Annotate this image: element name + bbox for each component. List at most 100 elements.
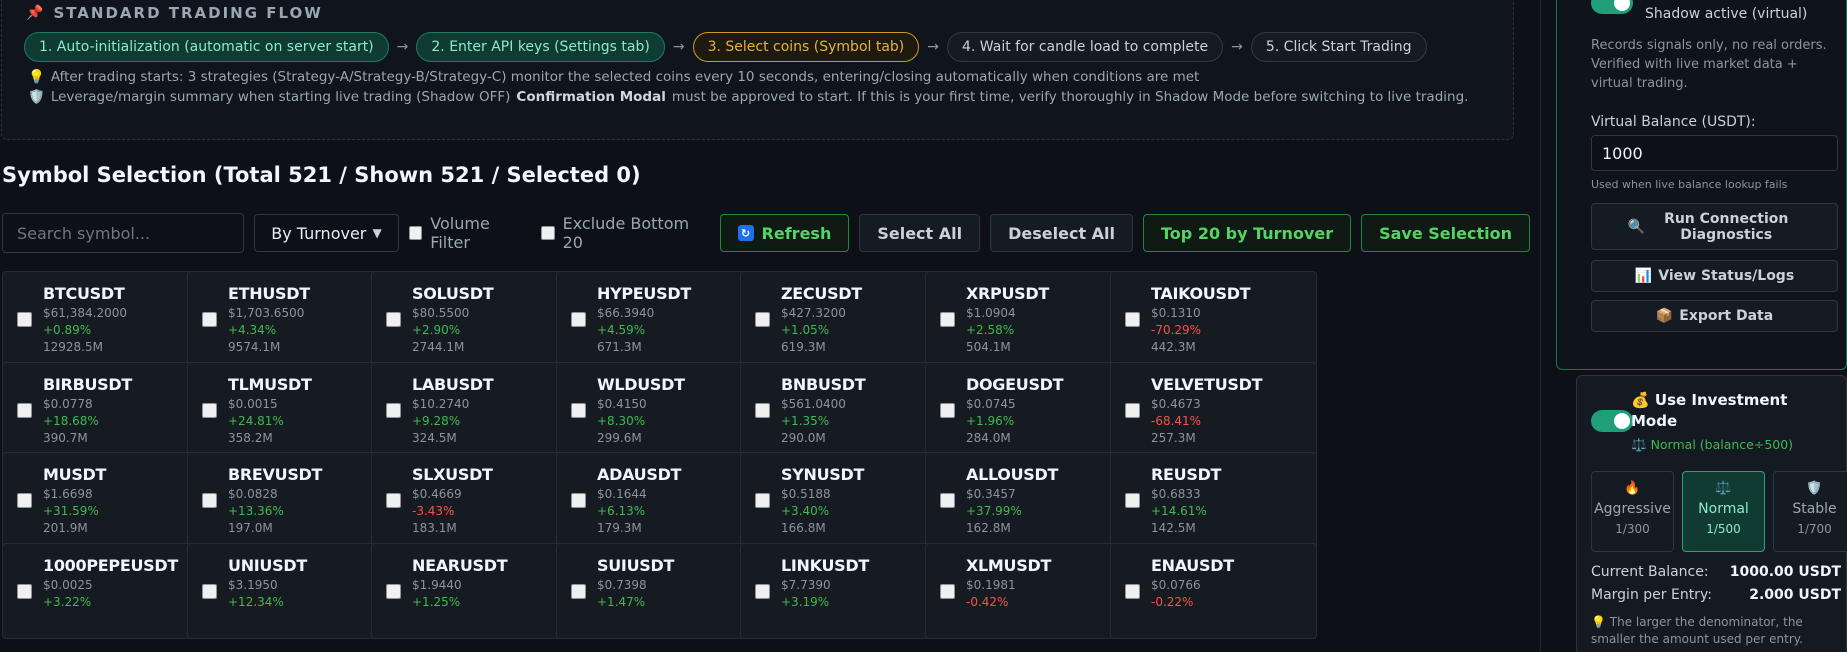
export-data-button[interactable]: 📦 Export Data: [1591, 300, 1838, 332]
symbol-card[interactable]: BIRBUSDT $0.0778 +18.68% 390.7M: [2, 362, 209, 458]
symbol-card[interactable]: TLMUSDT $0.0015 +24.81% 358.2M: [187, 362, 394, 458]
symbol-volume: 390.7M: [43, 431, 88, 445]
symbol-name: BNBUSDT: [781, 375, 866, 394]
symbol-card[interactable]: ALLOUSDT $0.3457 +37.99% 162.8M: [925, 452, 1132, 548]
refresh-button[interactable]: ↻ Refresh: [719, 214, 850, 252]
symbol-checkbox[interactable]: [571, 312, 586, 327]
symbol-card[interactable]: REUSDT $0.6833 +14.61% 142.5M: [1110, 452, 1317, 548]
symbol-change: -70.29%: [1151, 323, 1202, 337]
symbol-card[interactable]: XRPUSDT $1.0904 +2.58% 504.1M: [925, 271, 1132, 367]
symbol-price: $0.0015: [228, 397, 278, 411]
column-divider: [1540, 0, 1541, 652]
symbol-card[interactable]: ETHUSDT $1,703.6500 +4.34% 9574.1M: [187, 271, 394, 367]
symbol-checkbox[interactable]: [202, 312, 217, 327]
symbol-card[interactable]: HYPEUSDT $66.3940 +4.59% 671.3M: [556, 271, 763, 367]
symbol-card[interactable]: ADAUSDT $0.1644 +6.13% 179.3M: [556, 452, 763, 548]
symbol-checkbox[interactable]: [755, 584, 770, 599]
symbol-card[interactable]: WLDUSDT $0.4150 +8.30% 299.6M: [556, 362, 763, 458]
symbol-card[interactable]: BNBUSDT $561.0400 +1.35% 290.0M: [740, 362, 947, 458]
shadow-mode-toggle[interactable]: [1591, 0, 1633, 14]
symbol-card[interactable]: ENAUSDT $0.0766 -0.22%: [1110, 543, 1317, 639]
symbol-checkbox[interactable]: [1125, 493, 1140, 508]
symbol-checkbox[interactable]: [386, 312, 401, 327]
symbol-card[interactable]: SLXUSDT $0.4669 -3.43% 183.1M: [371, 452, 578, 548]
symbol-checkbox[interactable]: [17, 493, 32, 508]
select-all-button[interactable]: Select All: [859, 214, 981, 252]
symbol-checkbox[interactable]: [17, 403, 32, 418]
symbol-checkbox[interactable]: [755, 493, 770, 508]
symbol-toolbar: By Turnover ▼ Volume Filter Exclude Bott…: [2, 213, 1530, 253]
symbol-name: BTCUSDT: [43, 284, 125, 303]
symbol-checkbox[interactable]: [1125, 403, 1140, 418]
symbol-checkbox[interactable]: [940, 584, 955, 599]
symbol-price: $0.4669: [412, 487, 462, 501]
symbol-checkbox[interactable]: [571, 584, 586, 599]
volume-filter-checkbox[interactable]: Volume Filter: [408, 214, 531, 252]
mode-option-normal[interactable]: ⚖️ Normal 1/500: [1682, 471, 1765, 552]
symbol-card[interactable]: LABUSDT $10.2740 +9.28% 324.5M: [371, 362, 578, 458]
symbol-change: +3.40%: [781, 504, 830, 518]
symbol-checkbox[interactable]: [17, 584, 32, 599]
run-diagnostics-button[interactable]: 🔍 Run Connection Diagnostics: [1591, 203, 1838, 250]
symbol-card[interactable]: DOGEUSDT $0.0745 +1.96% 284.0M: [925, 362, 1132, 458]
symbol-card[interactable]: VELVETUSDT $0.4673 -68.41% 257.3M: [1110, 362, 1317, 458]
view-logs-button[interactable]: 📊 View Status/Logs: [1591, 260, 1838, 292]
symbol-card[interactable]: ZECUSDT $427.3200 +1.05% 619.3M: [740, 271, 947, 367]
symbol-checkbox[interactable]: [202, 493, 217, 508]
symbol-checkbox[interactable]: [386, 403, 401, 418]
symbol-card[interactable]: NEARUSDT $1.9440 +1.25%: [371, 543, 578, 639]
symbol-checkbox[interactable]: [755, 312, 770, 327]
symbol-price: $1.6698: [43, 487, 93, 501]
exclude-bottom-checkbox[interactable]: Exclude Bottom 20: [541, 214, 710, 252]
symbol-checkbox[interactable]: [386, 493, 401, 508]
symbol-checkbox[interactable]: [202, 584, 217, 599]
symbol-card[interactable]: XLMUSDT $0.1981 -0.42%: [925, 543, 1132, 639]
symbol-card[interactable]: 1000PEPEUSDT $0.0025 +3.22%: [2, 543, 209, 639]
symbol-checkbox[interactable]: [1125, 312, 1140, 327]
chart-icon: 📊: [1634, 268, 1653, 284]
flow-title-text: STANDARD TRADING FLOW: [53, 4, 323, 22]
symbol-card[interactable]: SYNUSDT $0.5188 +3.40% 166.8M: [740, 452, 947, 548]
symbol-volume: 162.8M: [966, 521, 1011, 535]
deselect-all-button[interactable]: Deselect All: [990, 214, 1134, 252]
symbol-card[interactable]: TAIKOUSDT $0.1310 -70.29% 442.3M: [1110, 271, 1317, 367]
symbol-card[interactable]: MUSDT $1.6698 +31.59% 201.9M: [2, 452, 209, 548]
symbol-card[interactable]: BTCUSDT $61,384.2000 +0.89% 12928.5M: [2, 271, 209, 367]
symbol-checkbox[interactable]: [571, 493, 586, 508]
symbol-checkbox[interactable]: [386, 584, 401, 599]
symbol-checkbox[interactable]: [1125, 584, 1140, 599]
top20-button[interactable]: Top 20 by Turnover: [1143, 214, 1352, 252]
symbol-checkbox[interactable]: [571, 403, 586, 418]
mode-option-aggressive[interactable]: 🔥 Aggressive 1/300: [1591, 471, 1674, 552]
money-bag-icon: 💰: [1631, 391, 1650, 409]
symbol-checkbox[interactable]: [940, 403, 955, 418]
symbol-change: +2.58%: [966, 323, 1015, 337]
symbol-checkbox[interactable]: [17, 312, 32, 327]
symbol-checkbox[interactable]: [940, 493, 955, 508]
symbol-card[interactable]: SOLUSDT $80.5500 +2.90% 2744.1M: [371, 271, 578, 367]
investment-mode-toggle[interactable]: [1591, 410, 1633, 432]
symbol-price: $1.9440: [412, 578, 462, 592]
symbol-card[interactable]: SUIUSDT $0.7398 +1.47%: [556, 543, 763, 639]
sort-select[interactable]: By Turnover ▼: [254, 214, 399, 252]
mode-name: Stable: [1792, 501, 1837, 517]
virtual-balance-input[interactable]: 1000: [1591, 135, 1838, 171]
margin-row: Margin per Entry: 2.000 USDT: [1591, 587, 1841, 603]
symbol-checkbox[interactable]: [755, 403, 770, 418]
symbol-checkbox[interactable]: [202, 403, 217, 418]
search-input[interactable]: [2, 213, 245, 253]
symbol-card[interactable]: BREVUSDT $0.0828 +13.36% 197.0M: [187, 452, 394, 548]
symbol-name: ENAUSDT: [1151, 556, 1234, 575]
volume-filter-box[interactable]: [408, 226, 423, 240]
save-selection-button[interactable]: Save Selection: [1361, 214, 1530, 252]
exclude-bottom-box[interactable]: [541, 226, 555, 240]
lightbulb-icon: 💡: [1591, 615, 1606, 629]
current-balance-row: Current Balance: 1000.00 USDT: [1591, 564, 1841, 580]
symbol-card[interactable]: UNIUSDT $3.1950 +12.34%: [187, 543, 394, 639]
symbol-change: +4.34%: [228, 323, 277, 337]
symbol-card[interactable]: LINKUSDT $7.7390 +3.19%: [740, 543, 947, 639]
symbol-checkbox[interactable]: [940, 312, 955, 327]
mode-option-stable[interactable]: 🛡️ Stable 1/700: [1773, 471, 1847, 552]
arrow-right-icon: →: [672, 39, 685, 55]
symbol-price: $0.0745: [966, 397, 1016, 411]
